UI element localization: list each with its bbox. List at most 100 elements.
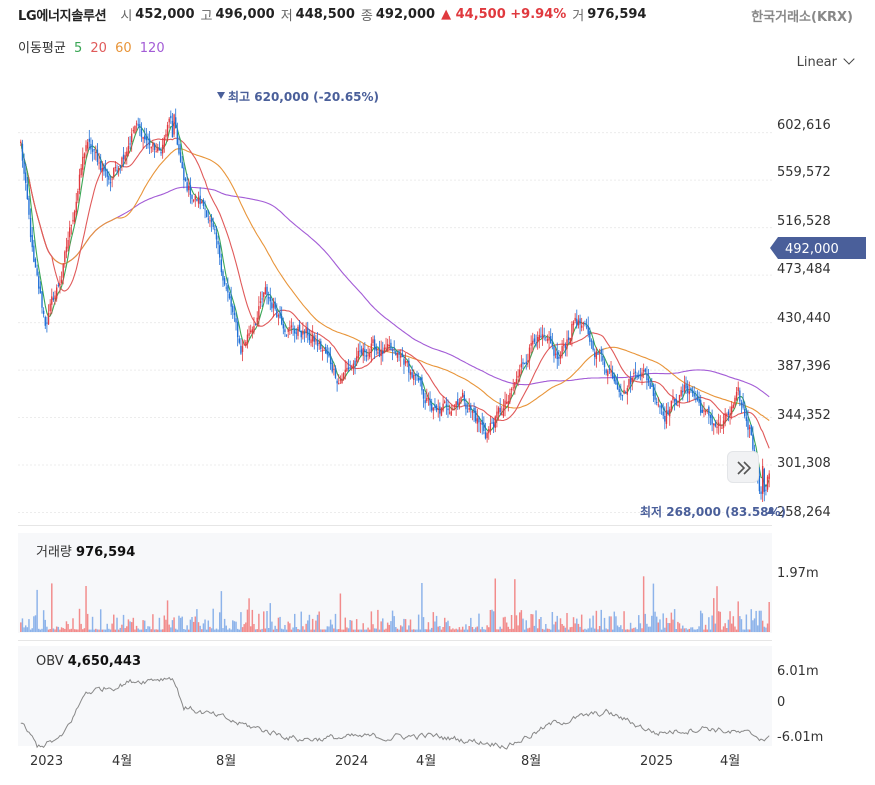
candle-body bbox=[116, 169, 118, 171]
volume-bar bbox=[737, 601, 739, 632]
volume-bar bbox=[657, 622, 660, 632]
volume-bar bbox=[607, 629, 609, 632]
volume-bar bbox=[755, 610, 757, 632]
volume-bar bbox=[201, 629, 203, 632]
candle bbox=[584, 320, 586, 327]
candle-body bbox=[719, 424, 721, 426]
volume-bar bbox=[551, 612, 554, 632]
candle bbox=[259, 291, 262, 309]
candle-body bbox=[295, 332, 298, 334]
volume-bar bbox=[33, 616, 35, 632]
candle-body bbox=[621, 394, 624, 397]
candle-body bbox=[721, 427, 723, 429]
volume-bar bbox=[709, 629, 712, 632]
volume-bar bbox=[471, 627, 474, 632]
double-chevron-right-icon bbox=[737, 461, 752, 475]
candle-body bbox=[121, 157, 123, 165]
volume-bar bbox=[634, 627, 637, 632]
candle-body bbox=[735, 391, 738, 401]
price-tick: 344,352 bbox=[777, 408, 831, 423]
volume-bar bbox=[77, 629, 79, 632]
volume-bar bbox=[483, 629, 485, 632]
candle bbox=[264, 281, 267, 295]
volume-panel-title: 거래량 bbox=[36, 545, 72, 560]
volume-bar bbox=[321, 629, 324, 632]
candle bbox=[642, 363, 645, 379]
candle-body bbox=[333, 368, 335, 370]
candle-body bbox=[391, 349, 394, 351]
candle-body bbox=[690, 388, 692, 391]
candle bbox=[328, 347, 330, 358]
candle-body bbox=[388, 345, 390, 346]
candle bbox=[161, 138, 164, 159]
volume-bar bbox=[38, 628, 40, 632]
candle-body bbox=[448, 412, 451, 414]
volume-bar bbox=[642, 576, 645, 632]
volume-bar bbox=[214, 629, 216, 632]
volume-bar bbox=[474, 627, 477, 632]
candle-body bbox=[463, 394, 465, 402]
candle-body bbox=[206, 210, 208, 218]
candle-body bbox=[294, 329, 296, 334]
volume-bar bbox=[468, 626, 470, 632]
candle-body bbox=[494, 416, 496, 428]
candle bbox=[478, 415, 480, 433]
volume-bar bbox=[248, 598, 250, 632]
candle-body bbox=[406, 361, 408, 363]
volume-bar bbox=[576, 618, 578, 632]
candle-body bbox=[563, 344, 565, 346]
volume-bar bbox=[290, 629, 293, 632]
volume-bar bbox=[90, 629, 92, 632]
candle bbox=[621, 394, 624, 401]
volume-bar bbox=[499, 626, 501, 632]
candle bbox=[246, 329, 249, 349]
candle bbox=[414, 373, 417, 385]
scroll-to-latest-button[interactable] bbox=[727, 451, 759, 483]
candle bbox=[175, 108, 177, 129]
candle bbox=[362, 343, 364, 364]
volume-bar bbox=[364, 629, 366, 632]
volume-bar bbox=[429, 629, 431, 632]
candle bbox=[740, 399, 743, 413]
candle-body bbox=[210, 218, 213, 223]
candle-body bbox=[745, 417, 748, 421]
candle bbox=[466, 403, 469, 413]
volume-bar bbox=[57, 626, 60, 632]
candle bbox=[400, 349, 402, 367]
candle bbox=[695, 390, 697, 403]
candle-body bbox=[579, 318, 581, 325]
candle bbox=[406, 360, 408, 368]
candle-body bbox=[654, 392, 656, 400]
candle-body bbox=[184, 178, 187, 182]
candle-body bbox=[667, 410, 669, 414]
current-price-tag: 492,000 bbox=[770, 237, 866, 259]
volume-bar bbox=[28, 619, 30, 632]
candle bbox=[132, 126, 134, 134]
volume-bar bbox=[357, 629, 360, 632]
candle-body bbox=[67, 240, 69, 249]
volume-bar bbox=[735, 629, 738, 632]
volume-bar bbox=[217, 629, 219, 632]
candle-body bbox=[38, 276, 40, 289]
price-tick: 602,616 bbox=[777, 118, 831, 133]
candle bbox=[168, 117, 170, 129]
volume-bar bbox=[253, 624, 255, 632]
candle-body bbox=[144, 135, 146, 140]
volume-bar bbox=[362, 623, 364, 632]
volume-bar bbox=[406, 629, 408, 632]
volume-bar bbox=[300, 611, 302, 632]
candle-body bbox=[152, 142, 154, 147]
candle-body bbox=[768, 473, 770, 479]
volume-bar bbox=[633, 627, 635, 632]
candle bbox=[90, 137, 92, 155]
candle bbox=[665, 403, 668, 429]
candle-body bbox=[417, 377, 420, 381]
volume-bar bbox=[602, 629, 604, 632]
volume-bar bbox=[181, 616, 183, 632]
volume-bar bbox=[191, 617, 193, 632]
candle bbox=[509, 388, 511, 404]
candle bbox=[577, 315, 580, 329]
candle-body bbox=[338, 382, 340, 385]
volume-bar bbox=[626, 629, 629, 632]
candle bbox=[375, 343, 377, 356]
